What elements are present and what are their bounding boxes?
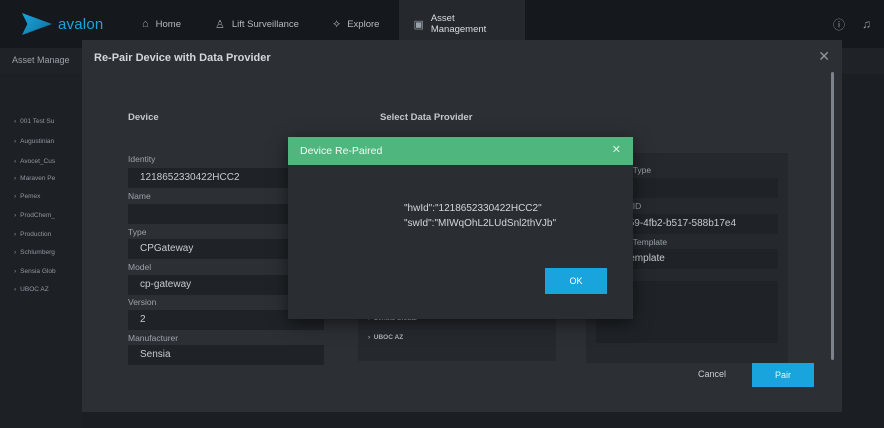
provider-section-label: Select Data Provider (380, 112, 473, 123)
hwid-text: "hwId":"1218652330422HCC2" (404, 203, 542, 214)
tree-item[interactable]: › UBOC AZ (368, 334, 403, 341)
sidebar-item[interactable]: › ProdChem_ (14, 212, 55, 219)
pair-button[interactable]: Pair (752, 363, 814, 387)
device-repaired-dialog: Device Re-Paired ✕ "hwId":"1218652330422… (288, 137, 633, 319)
logo-text: avalon (58, 15, 104, 33)
sidebar-item[interactable]: › Production (14, 231, 51, 238)
asset-icon: ▣ (413, 18, 424, 31)
cancel-button[interactable]: Cancel (686, 363, 738, 385)
sidebar-item-label: Maraven Pe (20, 175, 56, 182)
modal-scrollbar[interactable] (831, 72, 834, 360)
sidebar: › 001 Test Su › Augustinian › Avocet_Cus › M… (0, 74, 82, 428)
sidebar-item[interactable]: › UBOC AZ (14, 286, 49, 293)
nav-tab-label: Home (155, 18, 181, 30)
identity-value: 1218652330422HCC2 (140, 172, 240, 183)
sidebar-item-label: Avocet_Cus (20, 158, 56, 165)
type-value: CPGateway (140, 243, 194, 254)
sidebar-item[interactable]: › 001 Test Su (14, 118, 54, 125)
manufacturer-label: Manufacturer (128, 333, 179, 343)
identity-label: Identity (128, 154, 156, 164)
sidebar-item-label: Production (20, 231, 52, 238)
logo-mark-icon (22, 13, 52, 35)
swid-text: "swId":"MIWqOhL2LUdSnl2thVJb" (404, 218, 557, 229)
lift-icon: ♙ (215, 18, 225, 31)
sidebar-item-label: 001 Test Su (20, 118, 55, 125)
notification-icon[interactable]: ♫ (862, 0, 871, 48)
sidebar-item[interactable]: › Pemex (14, 193, 40, 200)
name-label: Name (128, 191, 151, 201)
sidebar-item-label: ProdChem_ (20, 212, 55, 219)
home-icon: ⌂ (142, 18, 149, 30)
avalon-logo[interactable]: avalon (22, 13, 110, 35)
tree-item-label: UBOC AZ (373, 334, 404, 341)
sidebar-item-label: Pemex (20, 193, 41, 200)
sidebar-item[interactable]: › Augustinian (14, 138, 54, 145)
sidebar-item[interactable]: › Avocet_Cus (14, 158, 55, 165)
sidebar-item[interactable]: › Schlumberg (14, 249, 55, 256)
sidebar-item[interactable]: › Maraven Pe (14, 175, 55, 182)
page-title: Asset Manage (12, 55, 70, 65)
modal-title: Re-Pair Device with Data Provider (94, 52, 271, 64)
dialog-title: Device Re-Paired (300, 145, 383, 157)
sidebar-item-label: Augustinian (20, 138, 55, 145)
explore-icon: ⟡ (332, 17, 341, 30)
sidebar-item-label: Schlumberg (20, 249, 55, 256)
model-value: cp-gateway (140, 279, 192, 290)
nav-tab-label: Lift Surveillance (231, 18, 299, 30)
nav-tab-label: Explore (347, 18, 380, 30)
dialog-header: Device Re-Paired ✕ (288, 137, 633, 165)
chevron-right-icon: › (368, 334, 371, 341)
nav-tab-label: Asset Management (430, 13, 487, 35)
sidebar-item-label: Sensia Glob (20, 268, 56, 275)
version-value: 2 (140, 314, 146, 325)
manufacturer-value: Sensia (140, 349, 171, 360)
manufacturer-field[interactable]: Sensia (128, 345, 324, 365)
device-section-label: Device (128, 112, 159, 123)
ok-button[interactable]: OK (545, 268, 607, 294)
dialog-close-icon[interactable]: ✕ (612, 143, 621, 156)
sidebar-item[interactable]: › Sensia Glob (14, 268, 56, 275)
close-icon[interactable]: ✕ (818, 48, 830, 65)
version-label: Version (128, 297, 157, 307)
type-label: Type (128, 227, 147, 237)
model-label: Model (128, 262, 152, 272)
sidebar-item-label: UBOC AZ (20, 286, 49, 293)
